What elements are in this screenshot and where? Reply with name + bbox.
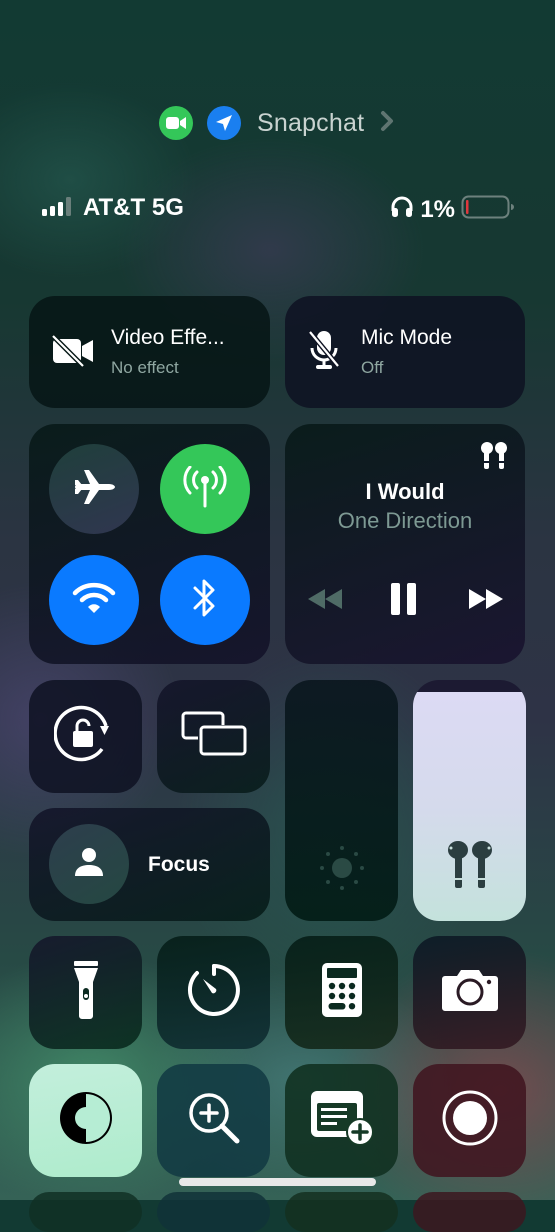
calculator-icon xyxy=(321,962,363,1023)
location-arrow-icon xyxy=(207,106,241,140)
orientation-lock-button[interactable] xyxy=(29,680,142,793)
flashlight-button[interactable] xyxy=(29,936,142,1049)
calculator-button[interactable] xyxy=(285,936,398,1049)
signal-strength-icon xyxy=(41,195,75,222)
fast-forward-button[interactable] xyxy=(468,588,504,615)
status-bar-right: 1% xyxy=(390,194,515,225)
rewind-button[interactable] xyxy=(307,588,343,615)
flashlight-icon xyxy=(73,960,99,1025)
now-playing-title: I Would xyxy=(365,479,445,504)
connectivity-tile xyxy=(29,424,270,664)
partial-tile xyxy=(413,1192,526,1232)
partial-tile xyxy=(157,1192,270,1232)
video-effects-tile[interactable]: Video Effe... No effect xyxy=(29,296,270,408)
status-bar-left: AT&T 5G xyxy=(41,194,184,222)
home-indicator[interactable] xyxy=(179,1178,376,1186)
mic-mode-subtitle: Off xyxy=(361,358,384,377)
timer-icon xyxy=(186,962,242,1023)
dark-mode-icon xyxy=(57,1089,115,1152)
mic-mode-title: Mic Mode xyxy=(361,326,453,349)
chevron-right-icon xyxy=(380,110,394,137)
bluetooth-toggle[interactable] xyxy=(160,555,250,645)
cellular-antenna-icon xyxy=(181,465,229,513)
airplane-icon xyxy=(73,469,115,510)
focus-icon-circle xyxy=(49,824,129,904)
airplane-mode-toggle[interactable] xyxy=(49,444,139,534)
video-camera-icon xyxy=(159,106,193,140)
magnifier-icon xyxy=(187,1091,241,1150)
focus-label: Focus xyxy=(148,853,210,876)
mic-off-icon xyxy=(307,329,341,376)
headphones-icon xyxy=(390,195,414,224)
battery-percent: 1% xyxy=(420,195,455,223)
cellular-data-toggle[interactable] xyxy=(160,444,250,534)
pause-button[interactable] xyxy=(390,582,418,621)
wifi-toggle[interactable] xyxy=(49,555,139,645)
video-effects-subtitle: No effect xyxy=(111,358,179,377)
battery-icon xyxy=(461,194,515,225)
now-playing-artist: One Direction xyxy=(337,508,473,533)
screen-recording-button[interactable] xyxy=(413,1064,526,1177)
mic-mode-tile[interactable]: Mic Mode Off xyxy=(285,296,525,408)
bluetooth-icon xyxy=(191,576,219,625)
volume-slider[interactable] xyxy=(413,680,526,921)
video-off-icon xyxy=(51,333,95,372)
quick-note-button[interactable] xyxy=(285,1064,398,1177)
privacy-indicator[interactable]: Snapchat xyxy=(159,106,394,140)
airpods-icon[interactable] xyxy=(480,441,508,476)
dark-mode-button[interactable] xyxy=(29,1064,142,1177)
airpods-icon xyxy=(446,840,494,895)
wifi-icon xyxy=(72,581,116,620)
partial-tile xyxy=(29,1192,142,1232)
magnifier-button[interactable] xyxy=(157,1064,270,1177)
camera-icon xyxy=(441,967,499,1018)
screen-mirroring-button[interactable] xyxy=(157,680,270,793)
record-icon xyxy=(441,1089,499,1152)
screen-mirroring-icon xyxy=(180,711,248,762)
brightness-slider[interactable] xyxy=(285,680,398,921)
now-playing-tile[interactable]: I Would One Direction xyxy=(285,424,525,664)
quick-note-icon xyxy=(310,1090,374,1151)
rotation-lock-icon xyxy=(52,704,118,769)
camera-button[interactable] xyxy=(413,936,526,1049)
timer-button[interactable] xyxy=(157,936,270,1049)
carrier-label: AT&T 5G xyxy=(83,194,184,221)
partial-tile xyxy=(285,1192,398,1232)
focus-tile[interactable]: Focus xyxy=(29,808,270,921)
video-effects-title: Video Effe... xyxy=(111,326,225,349)
brightness-sun-icon xyxy=(319,845,365,896)
person-icon xyxy=(73,846,105,883)
privacy-app-name: Snapchat xyxy=(257,108,365,137)
